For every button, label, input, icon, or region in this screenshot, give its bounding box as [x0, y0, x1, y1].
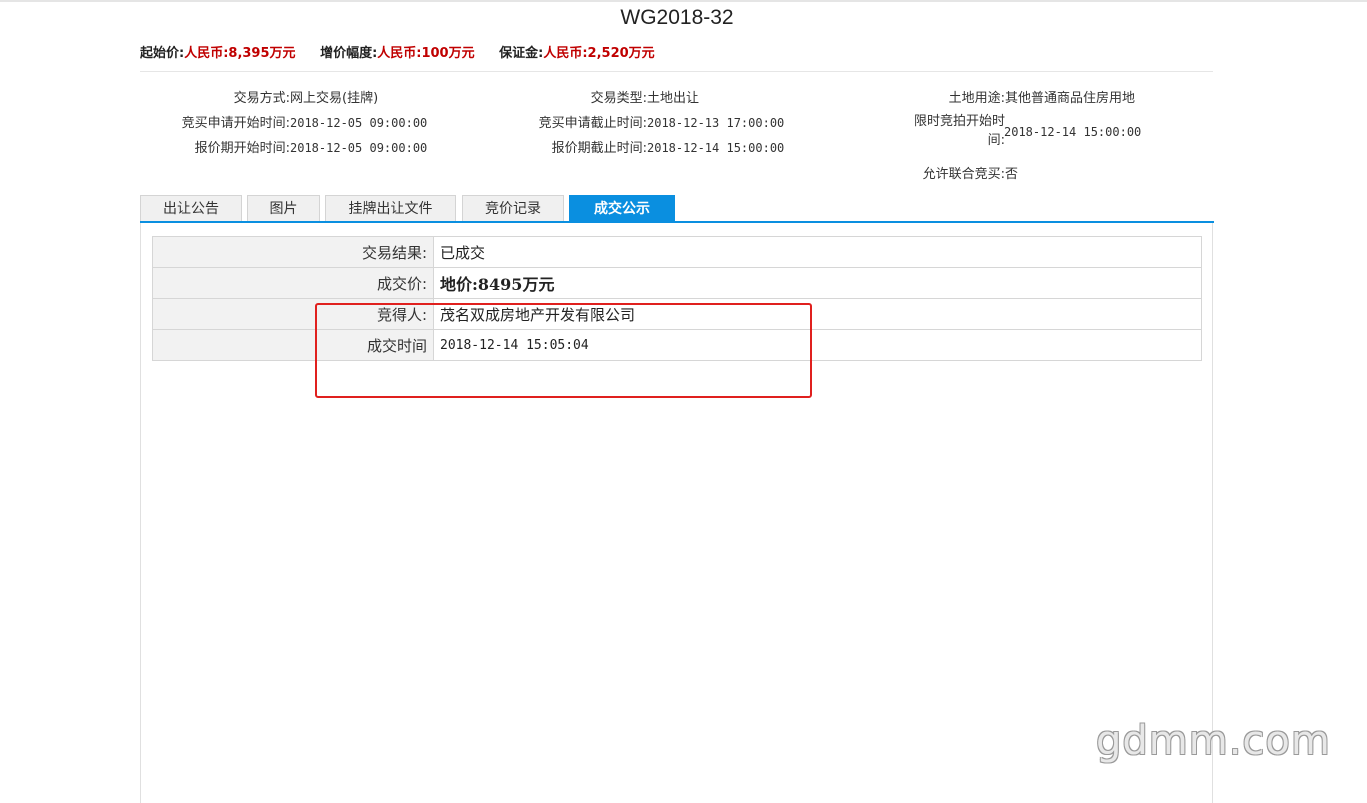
apply-start-value: 2018-12-05 09:00:00: [290, 116, 428, 130]
deal-price-value: 地价:8495万元: [433, 267, 1202, 299]
info-apply-start: 竞买申请开始时间:2018-12-05 09:00:00: [140, 112, 428, 131]
result-key: 交易结果:: [152, 236, 434, 268]
info-land-use: 土地用途:其他普通商品住房用地: [855, 87, 1135, 106]
tab-listing-documents[interactable]: 挂牌出让文件: [325, 195, 456, 221]
trade-method-value: 网上交易(挂牌): [290, 91, 379, 106]
deposit-value: 人民币:2,520万元: [543, 46, 655, 61]
increment-value: 人民币:100万元: [377, 46, 475, 61]
auction-start-label: 限时竞拍开始时 间:: [855, 112, 1005, 150]
trade-method-label: 交易方式:: [233, 91, 290, 106]
tab-announcement[interactable]: 出让公告: [140, 195, 242, 221]
auction-start-label-line1: 限时竞拍开始时: [913, 114, 1005, 129]
apply-end-label: 竞买申请截止时间:: [538, 116, 647, 131]
tab-images[interactable]: 图片: [247, 195, 320, 221]
quote-start-label: 报价期开始时间:: [194, 141, 290, 156]
price-summary: 起始价:人民币:8,395万元 增价幅度:人民币:100万元 保证金:人民币:2…: [140, 42, 675, 61]
joint-bid-value: 否: [1005, 167, 1019, 182]
deal-price-key: 成交价:: [152, 267, 434, 299]
quote-start-value: 2018-12-05 09:00:00: [290, 141, 428, 155]
highlight-box: [315, 303, 812, 398]
page-title: WG2018-32: [620, 6, 734, 29]
watermark-logo: gdmm.com: [1096, 718, 1331, 764]
info-apply-end: 竞买申请截止时间:2018-12-13 17:00:00: [497, 112, 785, 131]
result-value: 已成交: [433, 236, 1202, 268]
quote-end-label: 报价期截止时间:: [551, 141, 647, 156]
auction-start-label-line2: 间:: [987, 133, 1005, 148]
divider: [140, 71, 1213, 72]
table-row: 交易结果: 已成交: [152, 236, 1202, 268]
trade-type-value: 土地出让: [647, 91, 700, 106]
info-trade-method: 交易方式:网上交易(挂牌): [140, 87, 379, 106]
start-price-label: 起始价:: [140, 46, 185, 61]
tab-deal-announcement[interactable]: 成交公示: [569, 195, 675, 221]
info-trade-type: 交易类型:土地出让: [497, 87, 699, 106]
tab-bid-records[interactable]: 竞价记录: [462, 195, 564, 221]
land-use-label: 土地用途:: [948, 91, 1005, 106]
joint-bid-label: 允许联合竞买:: [922, 167, 1005, 182]
increment-label: 增价幅度:: [320, 46, 378, 61]
auction-start-value: 2018-12-14 15:00:00: [1004, 125, 1142, 139]
quote-end-value: 2018-12-14 15:00:00: [647, 141, 785, 155]
trade-type-label: 交易类型:: [590, 91, 647, 106]
deposit-label: 保证金:: [499, 46, 544, 61]
top-border: [0, 0, 1367, 2]
start-price-value: 人民币:8,395万元: [184, 46, 296, 61]
table-row: 成交价: 地价:8495万元: [152, 267, 1202, 299]
apply-start-label: 竞买申请开始时间:: [181, 116, 290, 131]
apply-end-value: 2018-12-13 17:00:00: [647, 116, 785, 130]
info-quote-end: 报价期截止时间:2018-12-14 15:00:00: [497, 137, 785, 156]
info-quote-start: 报价期开始时间:2018-12-05 09:00:00: [140, 137, 428, 156]
land-use-value: 其他普通商品住房用地: [1005, 91, 1136, 106]
info-joint-bid: 允许联合竞买:否: [855, 163, 1018, 182]
